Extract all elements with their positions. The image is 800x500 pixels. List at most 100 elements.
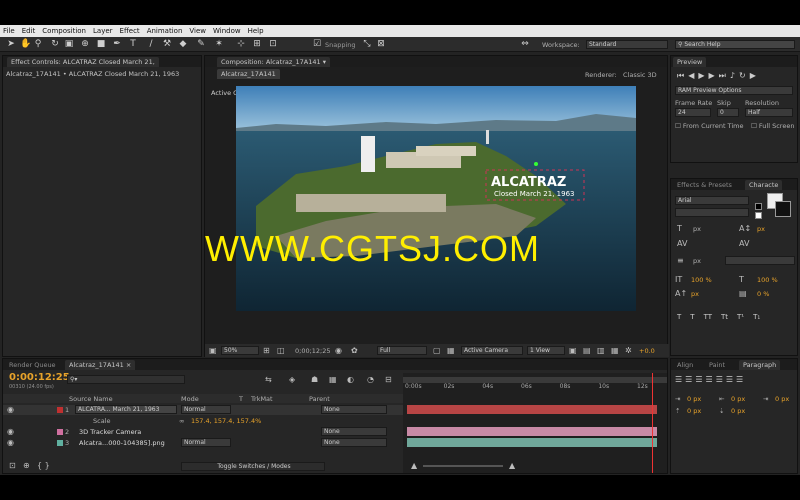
menu-window[interactable]: Window: [213, 27, 241, 35]
frame-blending-icon[interactable]: ▦: [329, 375, 337, 384]
graph-editor-icon[interactable]: ◔: [367, 375, 374, 384]
layer-label-color[interactable]: [57, 429, 63, 435]
col-parent[interactable]: Parent: [309, 395, 330, 403]
layer-name[interactable]: ALCATRA... March 21, 1963: [75, 405, 177, 414]
zoom-out-icon[interactable]: ▲: [411, 461, 417, 470]
menu-file[interactable]: File: [3, 27, 15, 35]
tab-paragraph[interactable]: Paragraph: [739, 360, 781, 370]
tab-align[interactable]: Align: [673, 360, 697, 370]
draft-3d-icon[interactable]: ◈: [289, 375, 295, 384]
layer-name[interactable]: Alcatra...000-104385].png: [79, 439, 165, 447]
toggle-switches-modes-button[interactable]: Toggle Switches / Modes: [181, 462, 325, 471]
menu-view[interactable]: View: [189, 27, 206, 35]
resolution-dropdown[interactable]: Full: [377, 346, 427, 355]
layer-bar-1[interactable]: [407, 405, 657, 414]
text-style-button[interactable]: T¹: [737, 313, 744, 323]
eye-icon[interactable]: ◉: [7, 438, 14, 447]
mini-flowchart-icon[interactable]: ⇆: [265, 375, 272, 384]
clone-tool-icon[interactable]: ⚒: [162, 39, 172, 49]
viewer-image[interactable]: ALCATRAZ Closed March 21, 1963: [236, 86, 636, 311]
leading-value[interactable]: px: [757, 225, 765, 233]
link-icon[interactable]: ∞: [179, 417, 184, 425]
transparency-grid-icon[interactable]: ▦: [447, 346, 455, 355]
frame-rate-dropdown[interactable]: 24: [675, 108, 711, 117]
table-row[interactable]: ◉ 1 ALCATRA... March 21, 1963 Normal Non…: [3, 405, 403, 415]
zoom-tool-icon[interactable]: ⚲: [33, 39, 43, 49]
timeline-search-input[interactable]: ⚲▾: [67, 375, 185, 384]
white-swatch[interactable]: [755, 212, 762, 219]
tab-render-queue[interactable]: Render Queue: [5, 360, 60, 370]
space-before-value[interactable]: 0 px: [687, 407, 701, 415]
rotate-tool-icon[interactable]: ↻: [50, 39, 60, 49]
zoom-slider[interactable]: [423, 465, 503, 467]
indent-left-value[interactable]: 0 px: [687, 395, 701, 403]
show-channel-icon[interactable]: ✿: [351, 346, 358, 355]
grid-icon[interactable]: ⊞: [263, 346, 270, 355]
col-trkmat[interactable]: TrkMat: [251, 395, 273, 403]
paragraph-align-buttons[interactable]: ☰☰☰☰☰☰☰: [675, 375, 746, 384]
time-ruler[interactable]: 0:00s 02s 04s 06s 08s 10s 12s: [403, 383, 667, 393]
from-current-time-checkbox[interactable]: ☐ From Current Time: [675, 122, 743, 130]
tsume-value[interactable]: 0 %: [757, 290, 769, 298]
text-style-button[interactable]: Tt: [721, 313, 728, 323]
layer-parent-dropdown[interactable]: None: [321, 405, 387, 414]
always-preview-icon[interactable]: ▣: [209, 346, 217, 355]
baseline-shift-value[interactable]: px: [691, 290, 699, 298]
layer-mode-dropdown[interactable]: Normal: [181, 405, 231, 414]
tab-composition[interactable]: Composition: Alcatraz_17A141 ▾: [217, 57, 330, 67]
text-style-button[interactable]: TT: [704, 313, 712, 323]
eraser-tool-icon[interactable]: ◆: [178, 39, 188, 49]
type-tool-icon[interactable]: T: [128, 39, 138, 49]
camera-view-dropdown[interactable]: Active Camera: [461, 346, 523, 355]
roto-brush-tool-icon[interactable]: ✎: [196, 39, 206, 49]
full-screen-checkbox[interactable]: ☐ Full Screen: [751, 122, 794, 130]
black-swatch[interactable]: [755, 203, 762, 210]
col-source-name[interactable]: Source Name: [69, 395, 113, 403]
tab-timeline-comp[interactable]: Alcatraz_17A141 ×: [65, 360, 136, 370]
axis-world-icon[interactable]: ⊞: [252, 39, 262, 49]
toggle-pixel-icon[interactable]: ▣: [569, 346, 577, 355]
indent-first-value[interactable]: 0 px: [775, 395, 789, 403]
axis-view-icon[interactable]: ⊡: [268, 39, 278, 49]
font-family-dropdown[interactable]: Arial: [675, 196, 749, 205]
renderer-value[interactable]: Classic 3D: [623, 71, 657, 79]
camera-tool-icon[interactable]: ▣: [64, 39, 74, 49]
ram-preview-options-dropdown[interactable]: RAM Preview Options: [675, 86, 793, 95]
exposure-icon[interactable]: ✲: [625, 346, 632, 355]
stroke-width-value[interactable]: px: [693, 257, 701, 265]
vertical-scale-value[interactable]: 100 %: [691, 276, 712, 284]
first-frame-icon[interactable]: ⏮: [677, 71, 688, 80]
selection-tool-icon[interactable]: ➤: [6, 39, 16, 49]
loop-icon[interactable]: ↻: [739, 71, 750, 80]
snapping-checkbox[interactable]: ☑: [312, 39, 322, 49]
tab-preview[interactable]: Preview: [673, 57, 707, 67]
col-t[interactable]: T: [239, 395, 243, 403]
rectangle-tool-icon[interactable]: ■: [96, 39, 106, 49]
zoom-dropdown[interactable]: 50%: [221, 346, 259, 355]
skip-field[interactable]: 0: [717, 108, 739, 117]
layer-mode-dropdown[interactable]: Normal: [181, 438, 231, 447]
shy-layers-icon[interactable]: ☗: [311, 375, 318, 384]
brainstorm-icon[interactable]: ⊟: [385, 375, 392, 384]
text-style-button[interactable]: T: [690, 313, 694, 323]
snap-edges-icon[interactable]: ⤡: [362, 39, 372, 49]
font-size-value[interactable]: px: [693, 225, 701, 233]
layer-parent-dropdown[interactable]: None: [321, 427, 387, 436]
time-graph[interactable]: 0:00s 02s 04s 06s 08s 10s 12s: [403, 373, 667, 473]
in-out-icon[interactable]: { }: [37, 461, 50, 470]
workspace-dropdown[interactable]: Standard: [586, 40, 668, 49]
text-style-button[interactable]: T₁: [753, 313, 760, 323]
snap-features-icon[interactable]: ⊠: [376, 39, 386, 49]
timeline-timecode[interactable]: 0:00:12:25: [9, 372, 70, 383]
eye-icon[interactable]: ◉: [7, 427, 14, 436]
layer-parent-dropdown[interactable]: None: [321, 438, 387, 447]
stroke-color-swatch[interactable]: [775, 201, 791, 217]
ram-preview-icon[interactable]: ▶: [750, 71, 760, 80]
resolution-dropdown-preview[interactable]: Half: [745, 108, 793, 117]
zoom-in-icon[interactable]: ▲: [509, 461, 515, 470]
scale-value[interactable]: 157.4, 157.4, 157.4%: [191, 417, 261, 425]
tab-paint[interactable]: Paint: [705, 360, 729, 370]
layer-bar-2[interactable]: [407, 427, 657, 436]
play-icon[interactable]: ▶: [698, 71, 708, 80]
font-style-dropdown[interactable]: [675, 208, 749, 217]
